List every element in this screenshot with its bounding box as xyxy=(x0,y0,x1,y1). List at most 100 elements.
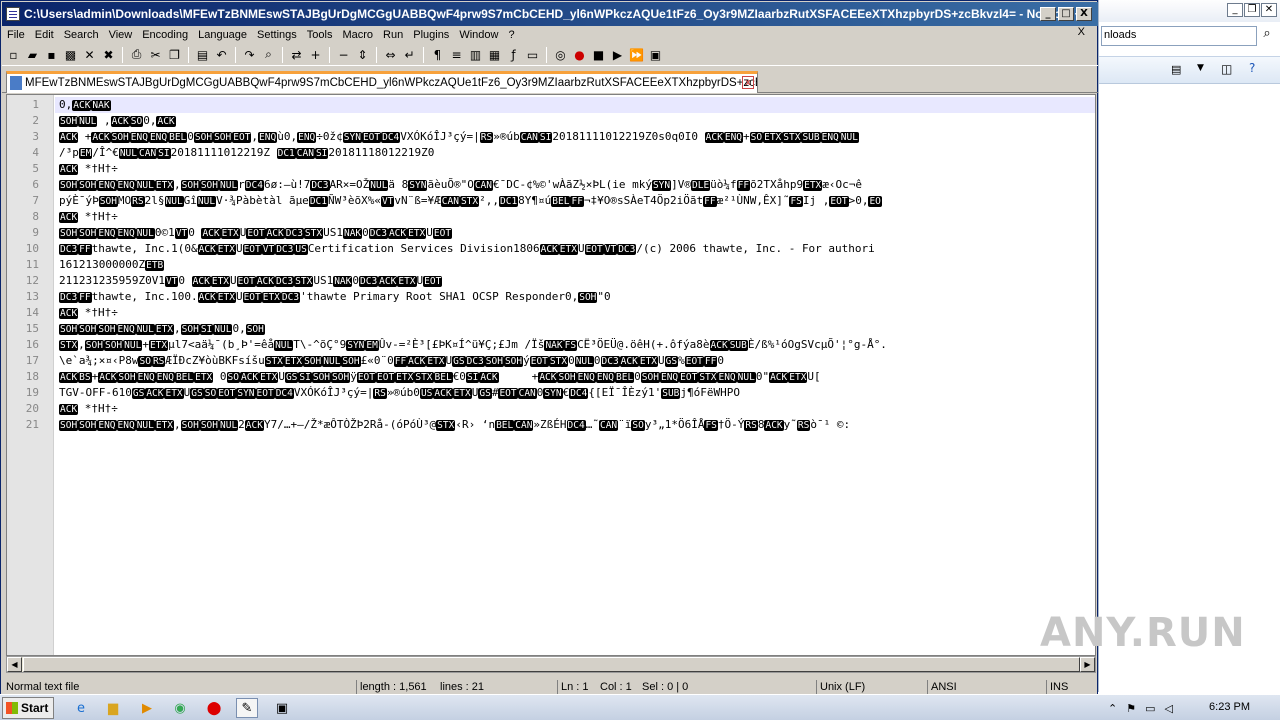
menu-macro[interactable]: Macro xyxy=(337,29,378,41)
code-line[interactable]: ACK *†H†÷ xyxy=(59,210,1095,223)
code-line[interactable]: SOH SOH ENQ ENQ NUL0©1VT0 ACK ETXUEOT ACK DC3 ST… xyxy=(59,226,1095,239)
scroll-right-arrow-icon[interactable]: ▶ xyxy=(1080,657,1095,672)
explorer-minimize-button[interactable]: _ xyxy=(1227,3,1243,17)
code-line[interactable]: SOH NUL ,ACK SO0,ACK xyxy=(59,114,1095,127)
play-icon[interactable]: ▶ xyxy=(609,46,626,63)
chrome-icon[interactable]: ◉ xyxy=(169,698,191,718)
code-line[interactable]: SOH SOH ENQ ENQ NUL ETX,SOH SOH NUL2ACKY7/…+—/Ž… xyxy=(59,418,1095,431)
code-line[interactable]: TGV-OFF-610GS ACK ETXUGS SO EOT SYN EOT DC4VXÓK… xyxy=(59,386,1095,399)
redo-icon[interactable]: ↷ xyxy=(241,46,258,63)
code-line[interactable]: ACK +ACK SOH ENQ ENQ BEL0SOH SOH EOT,ENQù0,ENQ… xyxy=(59,130,1095,143)
code-line[interactable]: ACK BS+ACK SOH ENQ ENQ BEL ETX 0SO ACK ETXUGS SI S… xyxy=(59,370,1095,383)
start-button[interactable]: Start xyxy=(2,697,54,719)
windows-logo-icon xyxy=(6,702,18,714)
explorer-restore-button[interactable]: ❐ xyxy=(1244,3,1260,17)
maximize-button[interactable]: □ xyxy=(1058,7,1074,21)
scrollbar-thumb[interactable] xyxy=(23,657,1080,672)
network-icon[interactable]: ▭ xyxy=(1145,702,1155,715)
close-document-button[interactable]: X xyxy=(1073,26,1090,38)
tab-close-icon[interactable]: x xyxy=(742,76,754,89)
close-button[interactable]: X xyxy=(1076,7,1092,21)
menu-plugins[interactable]: Plugins xyxy=(408,29,454,41)
code-line[interactable]: ACK *†H†÷ xyxy=(59,402,1095,415)
close-all-icon[interactable]: ✖ xyxy=(100,46,117,63)
new-file-icon[interactable]: ▫ xyxy=(5,46,22,63)
flag-icon[interactable]: ⚑ xyxy=(1126,702,1136,715)
menu-help[interactable]: ? xyxy=(503,29,519,41)
play-multi-icon[interactable]: ⏩ xyxy=(628,46,645,63)
wrap-icon[interactable]: ↵ xyxy=(401,46,418,63)
code-line[interactable]: ACK *†H†÷ xyxy=(59,306,1095,319)
menu-window[interactable]: Window xyxy=(454,29,503,41)
tray-expand-icon[interactable]: ⌃ xyxy=(1108,702,1117,715)
print-icon[interactable]: ⎙ xyxy=(128,46,145,63)
text-editor[interactable]: 1 0,ACK NAK 2 SOH NUL ,ACK SO0,ACK 3 ACK +ACK SOH… xyxy=(6,94,1096,656)
code-line[interactable]: DC3 FFthawte, Inc.100.ACK ETXUEOT ETX DC3'th… xyxy=(59,290,1095,303)
menu-tools[interactable]: Tools xyxy=(302,29,338,41)
window-taskbar-icon[interactable]: ▣ xyxy=(271,698,293,718)
chevron-down-icon[interactable]: ▼ xyxy=(1197,63,1204,73)
menu-settings[interactable]: Settings xyxy=(252,29,302,41)
menu-run[interactable]: Run xyxy=(378,29,408,41)
all-chars-icon[interactable]: ¶ xyxy=(429,46,446,63)
menu-encoding[interactable]: Encoding xyxy=(137,29,193,41)
code-line[interactable]: STX,SOH SOH NUL+ETXµl7<aä¼¯(b¸Þ'=êåNULT\-^… xyxy=(59,338,1095,351)
save-all-icon[interactable]: ▩ xyxy=(62,46,79,63)
code-line[interactable]: 211231235959Z0V1VT0 ACK ETXUEOT ACK DC3 STXU… xyxy=(59,274,1095,287)
explorer-folder-icon[interactable]: ▆ xyxy=(102,698,124,718)
stop-icon[interactable]: ■ xyxy=(590,46,607,63)
menu-search[interactable]: Search xyxy=(59,29,104,41)
document-tab[interactable]: MFEwTzBNMEswSTAJBgUrDgMCGgUABBQwF4prw9S7… xyxy=(6,71,758,93)
monitor-icon[interactable]: ◎ xyxy=(552,46,569,63)
minimize-button[interactable]: _ xyxy=(1040,7,1056,21)
horizontal-scrollbar[interactable]: ◀ ▶ xyxy=(6,656,1096,673)
search-icon[interactable]: ⌕ xyxy=(1257,26,1277,46)
code-line[interactable]: 0,ACK NAK xyxy=(59,98,1095,111)
doc-map-icon[interactable]: ▦ xyxy=(486,46,503,63)
close-icon[interactable]: ✕ xyxy=(81,46,98,63)
code-line[interactable]: 161213000000ZETB xyxy=(59,258,1095,271)
undo-icon[interactable]: ↶ xyxy=(213,46,230,63)
internet-explorer-icon[interactable]: e xyxy=(70,698,92,718)
explorer-address-field[interactable]: nloads xyxy=(1101,26,1257,46)
scroll-left-arrow-icon[interactable]: ◀ xyxy=(7,657,22,672)
open-file-icon[interactable]: ▰ xyxy=(24,46,41,63)
record-icon[interactable]: ● xyxy=(571,46,588,63)
menu-language[interactable]: Language xyxy=(193,29,252,41)
udl-icon[interactable]: ▥ xyxy=(467,46,484,63)
volume-icon[interactable]: ◁ xyxy=(1165,702,1173,715)
document-tab-label: MFEwTzBNMEswSTAJBgUrDgMCGgUABBQwF4prw9S7… xyxy=(25,77,758,89)
code-line[interactable]: \e`a¾;×¤‹P8wSO RSÆÏÐcZ¥òùBKFsíšuSTX ETX SOH… xyxy=(59,354,1095,367)
security-icon[interactable]: ⬤ xyxy=(203,698,225,718)
code-line[interactable]: /³pEM/Î^€NUL CAN SI20181111012219Z DC1 CAN S… xyxy=(59,146,1095,159)
code-line[interactable]: DC3 FFthawte, Inc.1(0&ACK ETXUEOT VT DC3 USCe… xyxy=(59,242,1095,255)
folder-icon[interactable]: ▭ xyxy=(524,46,541,63)
explorer-close-button[interactable]: ✕ xyxy=(1261,3,1277,17)
replace-icon[interactable]: ⇄ xyxy=(288,46,305,63)
code-line[interactable]: ACK *†H†÷ xyxy=(59,162,1095,175)
save-icon[interactable]: ▪ xyxy=(43,46,60,63)
clock[interactable]: 6:23 PM xyxy=(1209,701,1250,713)
find-icon[interactable]: ⌕ xyxy=(260,46,277,63)
code-line[interactable]: SOH SOH ENQ ENQ NUL ETX,SOH SOH NULrDC46ø:–ù!7D… xyxy=(59,178,1095,191)
indent-guide-icon[interactable]: ≡ xyxy=(448,46,465,63)
notepadpp-taskbar-icon[interactable]: ✎ xyxy=(236,698,258,718)
code-line[interactable]: pýÈ¯ýÞSOHMORS2l§NULGîNULV·¾Pàbètàl ãµeDC… xyxy=(59,194,1095,207)
zoom-out-icon[interactable]: − xyxy=(335,46,352,63)
save-macro-icon[interactable]: ▣ xyxy=(647,46,664,63)
sync-v-icon[interactable]: ⇕ xyxy=(354,46,371,63)
sync-h-icon[interactable]: ⇔ xyxy=(382,46,399,63)
cut-icon[interactable]: ✂ xyxy=(147,46,164,63)
menu-view[interactable]: View xyxy=(104,29,138,41)
copy-icon[interactable]: ❐ xyxy=(166,46,183,63)
media-player-icon[interactable]: ▶ xyxy=(136,698,158,718)
code-line[interactable]: SOH SOH SOH ENQ NUL ETX,SOH SI NUL0,SOH xyxy=(59,322,1095,335)
function-list-icon[interactable]: ƒ xyxy=(505,46,522,63)
zoom-in-icon[interactable]: + xyxy=(307,46,324,63)
view-icon[interactable]: ▤ xyxy=(1171,63,1181,76)
menu-file[interactable]: File xyxy=(2,29,30,41)
menu-edit[interactable]: Edit xyxy=(30,29,59,41)
preview-pane-icon[interactable]: ◫ xyxy=(1221,62,1232,76)
help-icon[interactable]: ? xyxy=(1249,61,1255,75)
paste-icon[interactable]: ▤ xyxy=(194,46,211,63)
